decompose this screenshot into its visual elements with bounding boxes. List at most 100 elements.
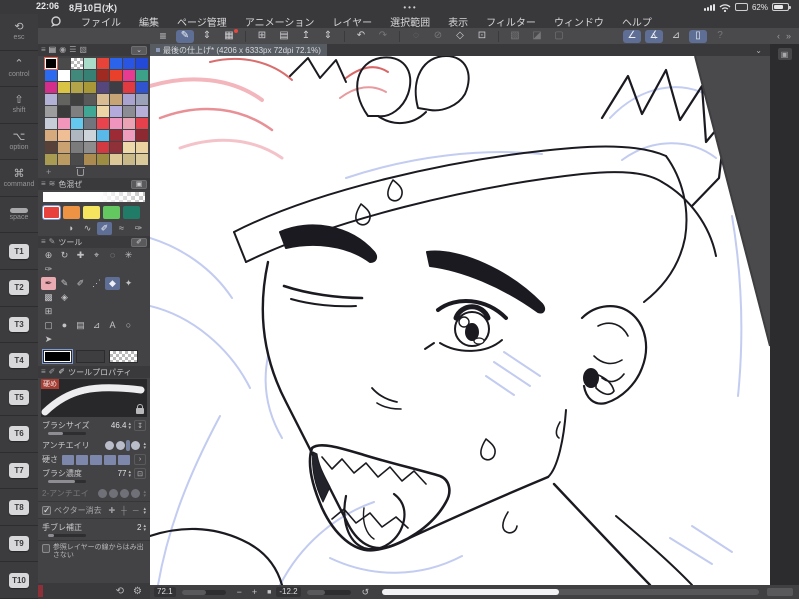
document-tab[interactable]: 最後の仕上げ* (4206 x 6333px 72dpi 72.1%): [150, 44, 327, 56]
mix-color-strip[interactable]: [43, 192, 145, 202]
horizontal-scrollbar[interactable]: [382, 589, 759, 595]
hardness-option-5[interactable]: [118, 454, 130, 465]
menu-item-7[interactable]: 表示: [439, 14, 477, 29]
rotation-slider[interactable]: [306, 589, 351, 595]
subtool-detail-icon[interactable]: ⚙: [133, 586, 142, 597]
color-swatch[interactable]: [136, 142, 148, 153]
key-space[interactable]: space: [0, 197, 38, 234]
sub-color-chip[interactable]: [76, 350, 105, 363]
aa-middle-option[interactable]: [126, 440, 131, 451]
color-swatch[interactable]: [71, 70, 83, 81]
undo-button[interactable]: ↶: [352, 30, 370, 43]
aa-stepper[interactable]: ▴ ▾: [143, 441, 146, 450]
key-t6[interactable]: T6: [0, 416, 38, 453]
mix-color-chip[interactable]: [103, 206, 120, 219]
balloon-tool[interactable]: ○: [121, 319, 136, 332]
color-swatch[interactable]: [123, 130, 135, 141]
key-t3[interactable]: T3: [0, 307, 38, 344]
color-swatch[interactable]: [58, 94, 70, 105]
open-file-button[interactable]: ▤: [275, 30, 293, 43]
key-esc[interactable]: ⟲ esc: [0, 14, 38, 51]
command-bar-menu-icon[interactable]: ≡: [154, 30, 172, 43]
color-swatch[interactable]: [136, 130, 148, 141]
menu-item-10[interactable]: ヘルプ: [613, 14, 661, 29]
add-color-button[interactable]: +: [46, 167, 51, 177]
delete-color-button[interactable]: [76, 166, 86, 176]
mix-color-chip[interactable]: [123, 206, 140, 219]
smudge-tool-icon[interactable]: ∿: [80, 222, 95, 235]
stabilization-value[interactable]: 2: [137, 523, 141, 532]
color-swatch[interactable]: [136, 94, 148, 105]
hardness-more-button[interactable]: ›: [134, 454, 146, 465]
density-pressure-button[interactable]: ⊡: [134, 468, 146, 479]
layer-panel-toggle-icon[interactable]: ▣: [777, 48, 792, 60]
vector-erase-checkbox[interactable]: [42, 505, 51, 516]
color-swatch[interactable]: [123, 106, 135, 117]
figure-tool[interactable]: ●: [57, 319, 72, 332]
key-t1[interactable]: T1: [0, 233, 38, 270]
reference-layer-checkbox[interactable]: [42, 544, 50, 553]
color-swatch[interactable]: [45, 70, 57, 81]
color-swatch[interactable]: [97, 142, 109, 153]
mode-expand-button[interactable]: ⇕: [198, 30, 216, 43]
brush-size-value[interactable]: 46.4: [111, 421, 127, 430]
menu-item-6[interactable]: 選択範囲: [381, 14, 439, 29]
hardness-option-2[interactable]: [76, 454, 88, 465]
color-swatch[interactable]: [45, 118, 57, 129]
color-swatch[interactable]: [136, 70, 148, 81]
frame-border-tool[interactable]: ⊞: [41, 305, 56, 318]
color-swatch[interactable]: [123, 118, 135, 129]
aa-none-option[interactable]: [105, 441, 115, 450]
color-swatch[interactable]: [71, 94, 83, 105]
subtool-tab-icon[interactable]: ✐: [49, 368, 56, 376]
pencil-tool[interactable]: ✎: [57, 277, 72, 290]
key-t7[interactable]: T7: [0, 453, 38, 490]
color-swatch[interactable]: [45, 142, 57, 153]
color-swatch[interactable]: [136, 154, 148, 165]
eraser-tool[interactable]: ◆: [105, 277, 120, 290]
lasso-tool[interactable]: ◌: [105, 249, 120, 262]
export-expand-button[interactable]: ⇕: [319, 30, 337, 43]
rotation-value[interactable]: -12.2: [276, 587, 301, 597]
color-swatch[interactable]: [97, 94, 109, 105]
brush-stroke-preview[interactable]: 硬め: [41, 379, 147, 417]
transform-button[interactable]: ⊡: [473, 30, 491, 43]
color-swatch[interactable]: [58, 70, 70, 81]
menu-item-2[interactable]: 編集: [130, 14, 168, 29]
pick-tool-icon[interactable]: ✑: [131, 222, 146, 235]
menu-item-3[interactable]: ページ管理: [168, 14, 236, 29]
color-swatch[interactable]: [110, 118, 122, 129]
zoom-slider[interactable]: [181, 589, 226, 595]
color-swatch[interactable]: [97, 130, 109, 141]
fill-tool[interactable]: ◈: [57, 291, 72, 304]
color-swatch[interactable]: [110, 154, 122, 165]
approx-color-tab-icon[interactable]: ▧: [79, 46, 87, 54]
panel-menu-icon[interactable]: ≡: [41, 238, 46, 246]
canvas-viewport[interactable]: [148, 55, 771, 587]
hardness-option-1[interactable]: [62, 454, 74, 465]
key-t10[interactable]: T10: [0, 562, 38, 599]
color-swatch[interactable]: [58, 130, 70, 141]
color-swatch[interactable]: [97, 106, 109, 117]
color-swatch[interactable]: [71, 130, 83, 141]
color-swatch[interactable]: [110, 142, 122, 153]
color-swatch[interactable]: [84, 106, 96, 117]
color-swatch[interactable]: [123, 94, 135, 105]
reset-settings-icon[interactable]: ⟲: [116, 586, 124, 597]
brush-size-preset-button[interactable]: ↧: [134, 420, 146, 431]
key-command[interactable]: ⌘ command: [0, 160, 38, 197]
stabilization-slider[interactable]: [48, 534, 86, 537]
hardness-option-4[interactable]: [104, 454, 116, 465]
blend-tool-icon[interactable]: ◑: [63, 222, 78, 235]
color-swatch[interactable]: [84, 142, 96, 153]
color-swatch[interactable]: [44, 57, 58, 70]
color-swatch[interactable]: [45, 106, 57, 117]
lock-icon[interactable]: [136, 404, 144, 414]
brush-size-slider[interactable]: [48, 432, 86, 435]
color-swatch[interactable]: [97, 70, 109, 81]
aa-strong-option[interactable]: [131, 441, 141, 450]
color-swatch[interactable]: [123, 82, 135, 93]
color-swatch[interactable]: [71, 118, 83, 129]
color-set-tab-icon[interactable]: ▤: [49, 46, 57, 54]
mix-color-chip[interactable]: [83, 206, 100, 219]
